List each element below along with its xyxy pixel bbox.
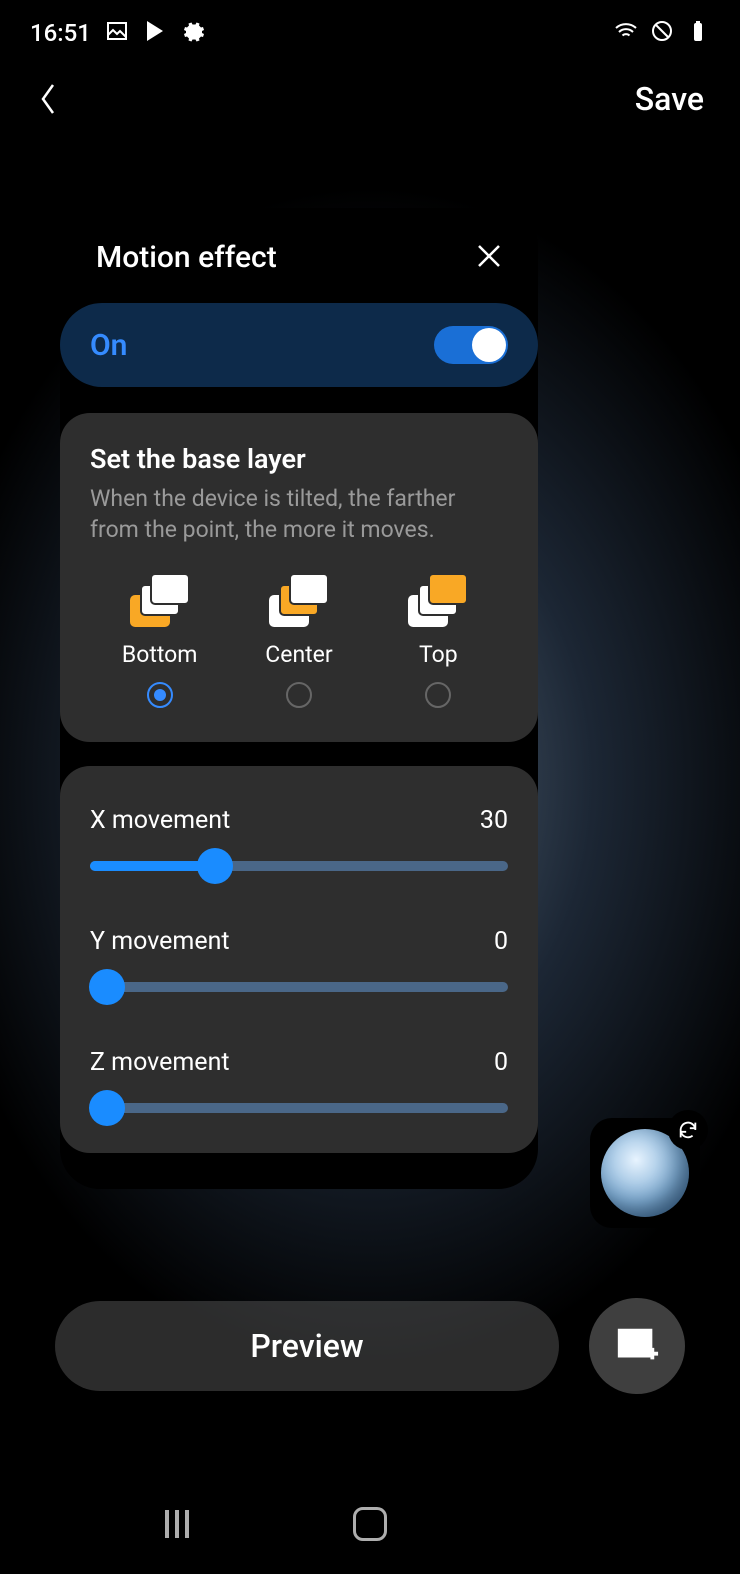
layer-bottom-icon [130, 573, 190, 627]
slider-label: Z movement [90, 1048, 230, 1077]
layer-option-top[interactable]: Top [383, 573, 493, 708]
nav-recents-button[interactable] [147, 1504, 207, 1544]
add-image-icon [614, 1323, 660, 1369]
add-image-button[interactable] [589, 1298, 685, 1394]
gear-icon [181, 19, 205, 47]
wifi-icon [614, 19, 638, 47]
slider-z-track[interactable] [90, 1103, 508, 1113]
slider-z: Z movement 0 [90, 1048, 508, 1113]
status-time: 16:51 [30, 19, 91, 47]
layer-top-icon [408, 573, 468, 627]
slider-value: 0 [494, 1048, 508, 1077]
image-icon [105, 19, 129, 47]
card-title: Motion effect [96, 240, 277, 275]
close-button[interactable] [476, 243, 502, 273]
refresh-badge[interactable] [668, 1110, 708, 1150]
wallpaper-thumbnail[interactable] [590, 1118, 700, 1228]
app-header: Save [0, 60, 740, 138]
battery-icon [686, 19, 710, 47]
motion-effect-card: Motion effect On Set the base layer When… [60, 208, 538, 1189]
slider-value: 30 [480, 806, 508, 835]
radio-bottom[interactable] [147, 682, 173, 708]
preview-button[interactable]: Preview [55, 1301, 559, 1391]
nav-back-button[interactable] [533, 1504, 593, 1544]
layer-option-label: Center [265, 641, 332, 668]
preview-button-label: Preview [250, 1327, 363, 1365]
layer-option-label: Top [419, 641, 458, 668]
save-button[interactable]: Save [635, 80, 704, 118]
toggle-switch[interactable] [434, 326, 508, 364]
layer-center-icon [269, 573, 329, 627]
system-nav-bar [0, 1504, 740, 1544]
layer-option-center[interactable]: Center [244, 573, 354, 708]
radio-center[interactable] [286, 682, 312, 708]
status-bar: 16:51 [0, 0, 740, 60]
base-layer-section: Set the base layer When the device is ti… [60, 413, 538, 742]
slider-y-track[interactable] [90, 982, 508, 992]
back-button[interactable] [30, 81, 66, 117]
slider-x: X movement 30 [90, 806, 508, 871]
slider-y: Y movement 0 [90, 927, 508, 992]
nav-home-button[interactable] [340, 1504, 400, 1544]
base-layer-title: Set the base layer [90, 443, 508, 475]
movement-sliders-section: X movement 30 Y movement 0 Z movement 0 [60, 766, 538, 1153]
slider-label: Y movement [90, 927, 230, 956]
play-store-icon [143, 19, 167, 47]
slider-label: X movement [90, 806, 230, 835]
base-layer-description: When the device is tilted, the farther f… [90, 483, 508, 545]
slider-value: 0 [494, 927, 508, 956]
slider-x-track[interactable] [90, 861, 508, 871]
layer-option-label: Bottom [122, 641, 198, 668]
toggle-label: On [90, 328, 127, 363]
layer-option-bottom[interactable]: Bottom [105, 573, 215, 708]
motion-toggle-row[interactable]: On [60, 303, 538, 387]
radio-top[interactable] [425, 682, 451, 708]
do-not-disturb-icon [650, 19, 674, 47]
